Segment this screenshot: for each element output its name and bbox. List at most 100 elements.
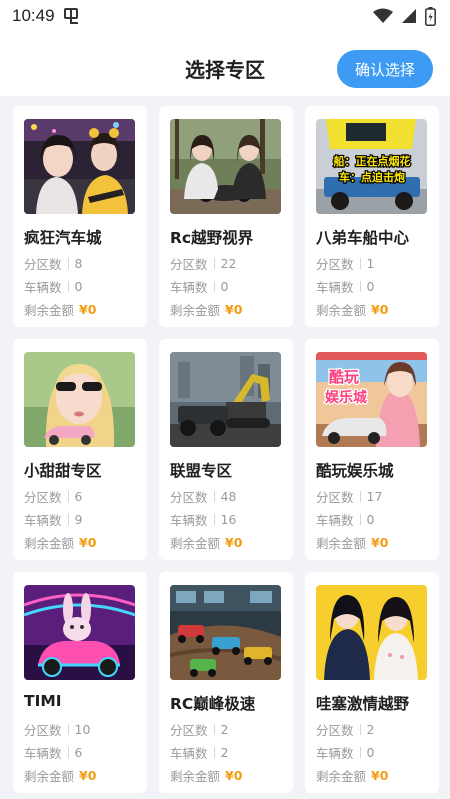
zone-name: RC巅峰极速 xyxy=(170,695,256,713)
vehicle-count-label: 车辆数 xyxy=(24,280,62,295)
signal-icon xyxy=(402,9,416,23)
vehicle-count-value: 0 xyxy=(74,279,83,294)
zone-card[interactable]: 小甜甜专区 分区数 6 车辆数 9 剩余金额 ¥0 xyxy=(13,339,147,560)
zone-card[interactable]: Rc越野视界 分区数 22 车辆数 0 剩余金额 ¥0 xyxy=(159,106,293,327)
zone-card[interactable]: 哇塞激情越野 分区数 2 车辆数 0 剩余金额 ¥0 xyxy=(305,572,439,793)
zone-count-label: 分区数 xyxy=(170,257,208,272)
vehicle-count-row: 车辆数 9 xyxy=(24,510,82,529)
zone-count-row: 分区数 8 xyxy=(24,254,82,273)
vehicle-count-row: 车辆数 0 xyxy=(316,743,374,762)
zone-count-value: 17 xyxy=(366,489,383,504)
balance-row: 剩余金额 ¥0 xyxy=(170,300,242,319)
zone-name: 酷玩娱乐城 xyxy=(316,462,394,480)
zone-card[interactable]: 联盟专区 分区数 48 车辆数 16 剩余金额 ¥0 xyxy=(159,339,293,560)
zone-count-row: 分区数 22 xyxy=(170,254,236,273)
balance-value: ¥0 xyxy=(79,768,97,783)
thumb-caption-2: 车：点迫击炮 xyxy=(339,170,405,184)
zone-thumbnail xyxy=(24,352,135,447)
thumb-caption-2: 娱乐城 xyxy=(325,389,367,406)
vehicle-count-label: 车辆数 xyxy=(316,513,354,528)
vehicle-count-label: 车辆数 xyxy=(316,280,354,295)
vehicle-count-value: 9 xyxy=(74,512,83,527)
vehicle-count-value: 0 xyxy=(366,745,375,760)
zone-count-row: 分区数 2 xyxy=(170,720,228,739)
balance-value: ¥0 xyxy=(225,535,243,550)
balance-label: 剩余金额 xyxy=(24,536,75,551)
balance-label: 剩余金额 xyxy=(316,536,367,551)
zone-count-value: 22 xyxy=(220,256,237,271)
status-bar: 10:49 xyxy=(0,0,450,34)
vehicle-count-row: 车辆数 0 xyxy=(316,510,374,529)
balance-row: 剩余金额 ¥0 xyxy=(170,766,242,785)
zone-count-label: 分区数 xyxy=(24,490,62,505)
zone-count-row: 分区数 2 xyxy=(316,720,374,739)
zone-count-value: 2 xyxy=(366,722,375,737)
balance-row: 剩余金额 ¥0 xyxy=(170,533,242,552)
vehicle-count-label: 车辆数 xyxy=(170,513,208,528)
zone-card[interactable]: 酷玩 娱乐城 酷玩娱乐城 分区数 17 车辆数 0 剩余金额 ¥0 xyxy=(305,339,439,560)
zone-thumbnail xyxy=(170,119,281,214)
zone-count-label: 分区数 xyxy=(316,257,354,272)
vehicle-count-value: 6 xyxy=(74,745,83,760)
zone-count-row: 分区数 1 xyxy=(316,254,374,273)
thumb-caption-1: 船：正在点烟花 xyxy=(334,154,411,168)
zone-card[interactable]: 疯狂汽车城 分区数 8 车辆数 0 剩余金额 ¥0 xyxy=(13,106,147,327)
vehicle-count-value: 0 xyxy=(220,279,229,294)
balance-label: 剩余金额 xyxy=(170,536,221,551)
vehicle-count-row: 车辆数 0 xyxy=(170,277,228,296)
zone-count-value: 48 xyxy=(220,489,237,504)
balance-label: 剩余金额 xyxy=(316,769,367,784)
vehicle-count-label: 车辆数 xyxy=(170,746,208,761)
zone-count-value: 6 xyxy=(74,489,83,504)
zone-name: 疯狂汽车城 xyxy=(24,229,102,247)
vehicle-count-label: 车辆数 xyxy=(24,513,62,528)
zone-name: Rc越野视界 xyxy=(170,229,254,247)
zone-thumbnail xyxy=(24,119,135,214)
header: 选择专区 确认选择 xyxy=(0,34,450,96)
zone-count-row: 分区数 48 xyxy=(170,487,236,506)
battery-icon xyxy=(425,6,436,26)
balance-row: 剩余金额 ¥0 xyxy=(316,766,388,785)
zone-count-row: 分区数 6 xyxy=(24,487,82,506)
zone-count-label: 分区数 xyxy=(170,723,208,738)
zone-card[interactable]: TIMI 分区数 10 车辆数 6 剩余金额 ¥0 xyxy=(13,572,147,793)
thumb-caption-1: 酷玩 xyxy=(329,368,359,386)
vehicle-count-label: 车辆数 xyxy=(24,746,62,761)
zone-thumbnail: 酷玩 娱乐城 xyxy=(316,352,427,447)
zone-name: 小甜甜专区 xyxy=(24,462,102,480)
balance-value: ¥0 xyxy=(79,535,97,550)
vehicle-count-row: 车辆数 6 xyxy=(24,743,82,762)
confirm-selection-button[interactable]: 确认选择 xyxy=(337,50,433,88)
vehicle-count-value: 2 xyxy=(220,745,229,760)
vehicle-count-label: 车辆数 xyxy=(170,280,208,295)
balance-value: ¥0 xyxy=(371,302,389,317)
zone-name: 八弟车船中心 xyxy=(316,229,410,247)
balance-label: 剩余金额 xyxy=(24,769,75,784)
vehicle-count-value: 0 xyxy=(366,279,375,294)
zone-count-value: 10 xyxy=(74,722,91,737)
zone-count-value: 8 xyxy=(74,256,83,271)
zone-count-label: 分区数 xyxy=(316,723,354,738)
balance-value: ¥0 xyxy=(225,302,243,317)
balance-row: 剩余金额 ¥0 xyxy=(24,766,96,785)
zone-grid: 疯狂汽车城 分区数8 车辆数0 剩余金额¥0 Rc越野视界 分区数22 xyxy=(13,106,439,793)
zone-card[interactable]: 船：正在点烟花 车：点迫击炮 八弟车船中心 分区数 1 车辆数 0 剩余金额 ¥0 xyxy=(305,106,439,327)
zone-card[interactable]: RC巅峰极速 分区数 2 车辆数 2 剩余金额 ¥0 xyxy=(159,572,293,793)
zone-count-label: 分区数 xyxy=(24,723,62,738)
balance-label: 剩余金额 xyxy=(24,303,75,318)
zone-thumbnail xyxy=(316,585,427,680)
vehicle-count-value: 0 xyxy=(366,512,375,527)
wifi-icon xyxy=(373,8,393,23)
status-time: 10:49 xyxy=(12,6,55,25)
zone-thumbnail xyxy=(170,585,281,680)
zone-count-label: 分区数 xyxy=(24,257,62,272)
zone-count-label: 分区数 xyxy=(170,490,208,505)
zone-thumbnail xyxy=(24,585,135,680)
zone-count-value: 2 xyxy=(220,722,229,737)
zone-name: 联盟专区 xyxy=(170,462,233,480)
balance-row: 剩余金额 ¥0 xyxy=(316,300,388,319)
zone-count-row: 分区数 17 xyxy=(316,487,382,506)
zone-thumbnail xyxy=(170,352,281,447)
balance-row: 剩余金额 ¥0 xyxy=(316,533,388,552)
zone-name: TIMI xyxy=(24,692,62,710)
